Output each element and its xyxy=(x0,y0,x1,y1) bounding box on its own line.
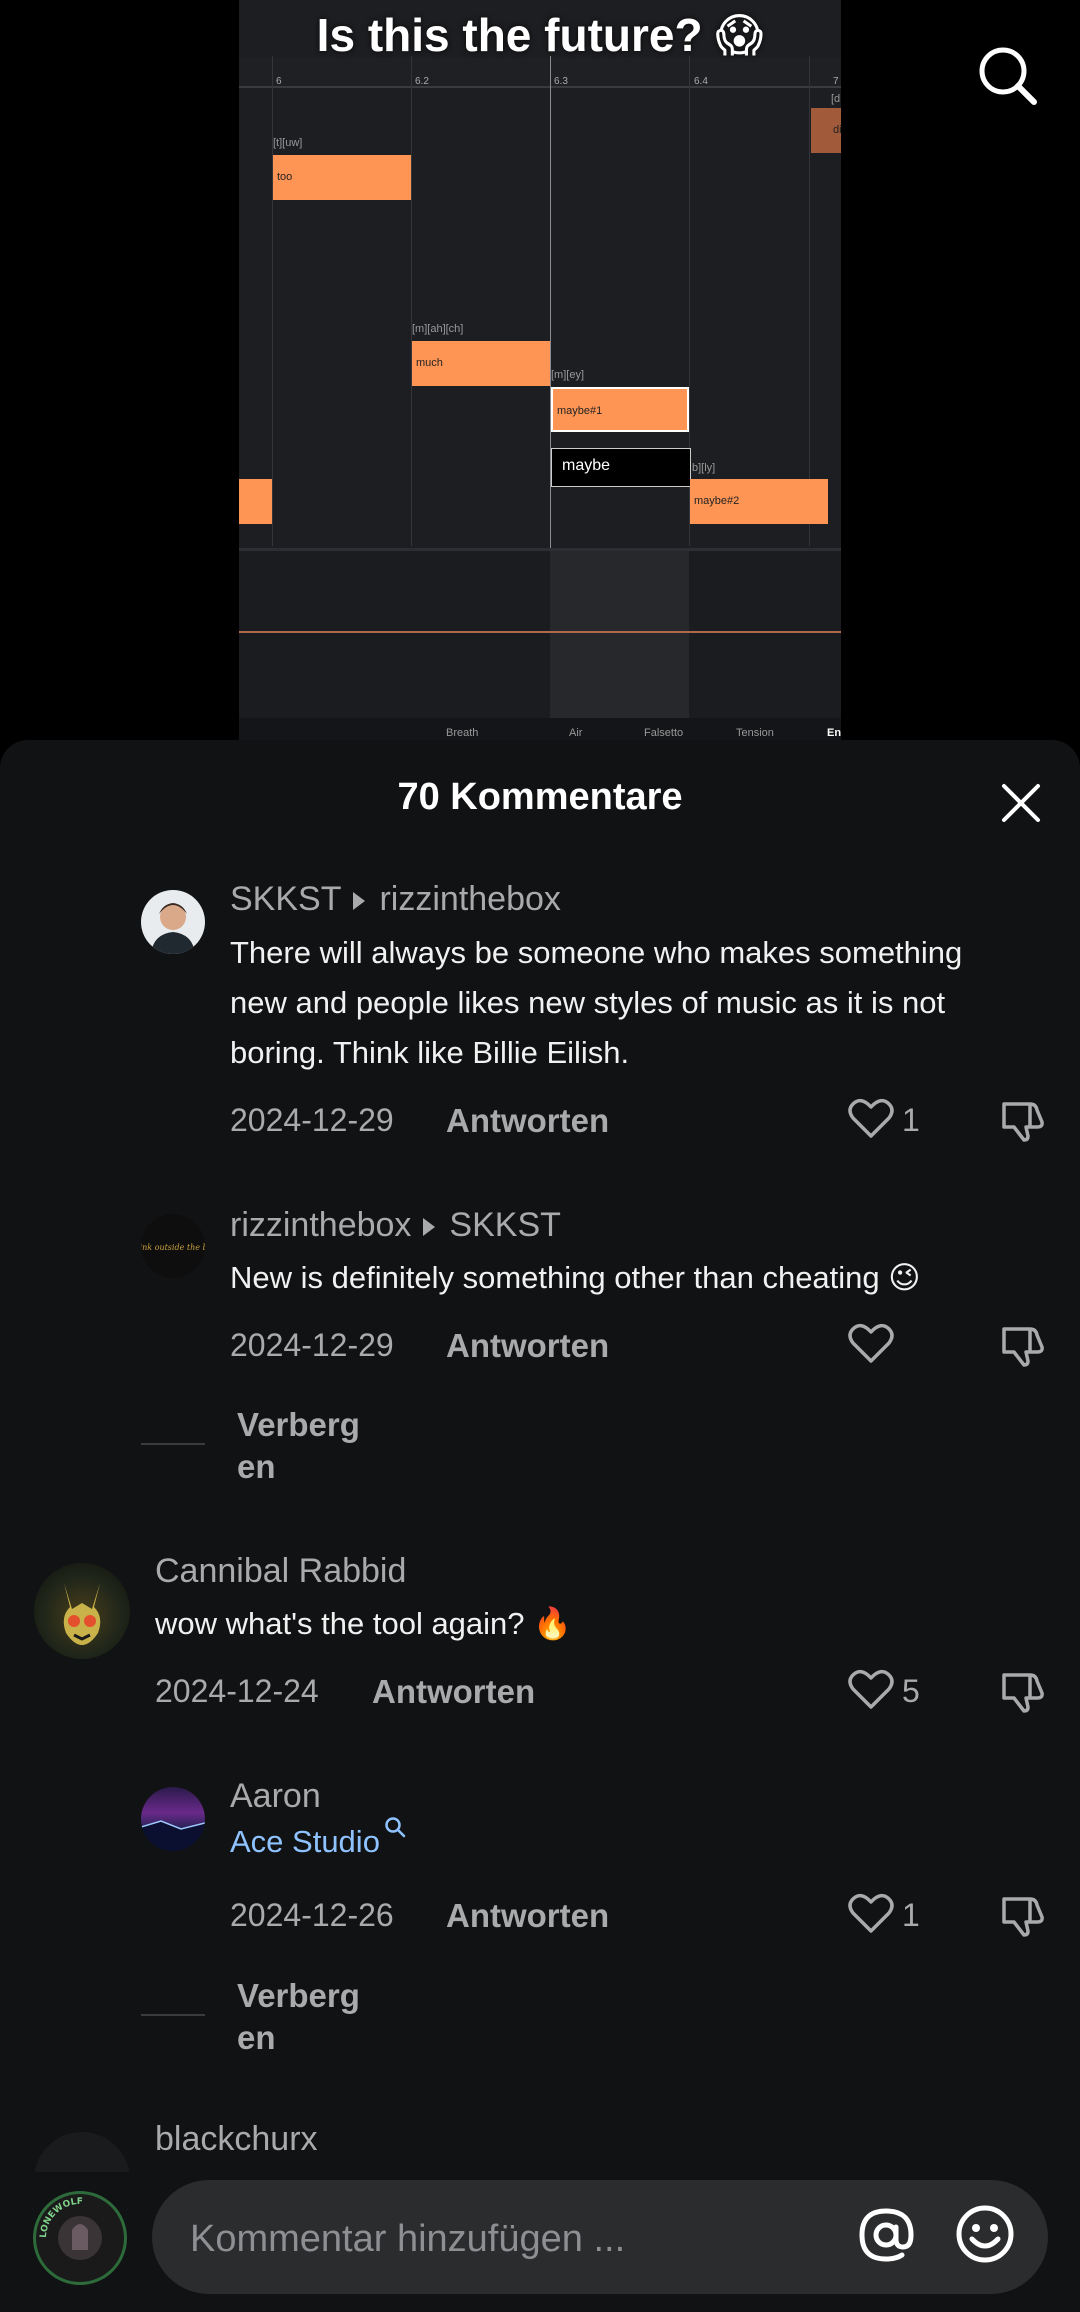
tab-falsetto[interactable]: Falsetto xyxy=(644,727,683,739)
comment-date: 2024-12-26 xyxy=(230,1897,394,1933)
comment-text: New is definitely something other than c… xyxy=(230,1260,921,1295)
ruler-tick: 6.3 xyxy=(554,76,568,87)
tab-energy[interactable]: En xyxy=(827,727,841,739)
reply-button[interactable]: Antworten xyxy=(446,1102,609,1140)
search-button[interactable] xyxy=(976,44,1040,108)
avatar[interactable]: Think outside the box xyxy=(141,1214,205,1278)
search-icon[interactable] xyxy=(384,1816,406,1838)
hide-replies-label-part: Verberg xyxy=(237,1406,360,1443)
comment-date: 2024-12-29 xyxy=(230,1102,394,1138)
reply-button[interactable]: Antworten xyxy=(446,1327,609,1365)
parameter-lane[interactable] xyxy=(239,548,841,721)
note-block-partial[interactable]: di xyxy=(811,108,841,153)
heart-icon[interactable] xyxy=(848,1321,894,1365)
comment-author[interactable]: Cannibal Rabbid xyxy=(155,1552,406,1591)
reply-to-user[interactable]: SKKST xyxy=(449,1206,560,1244)
hide-replies-label-part: Verberg xyxy=(237,1977,360,2014)
reply-arrow-icon xyxy=(353,892,366,911)
phoneme-label: [m][ey] xyxy=(551,369,585,381)
my-avatar[interactable]: LONEWOLF xyxy=(33,2191,127,2285)
phoneme-label: [t][uw] xyxy=(273,137,303,149)
like-count: 1 xyxy=(902,1897,920,1933)
note-block[interactable]: maybe#2 xyxy=(690,479,828,524)
ruler-tick: 6.2 xyxy=(415,76,429,87)
comment-author[interactable]: blackchurx xyxy=(155,2120,318,2159)
reply-arrow-icon xyxy=(423,1218,436,1237)
reply-button[interactable]: Antworten xyxy=(372,1673,535,1711)
search-link[interactable]: Ace Studio xyxy=(230,1824,380,1859)
thread-line xyxy=(141,1443,205,1445)
timeline-ruler xyxy=(239,58,841,88)
video-title: Is this the future? 😱 xyxy=(316,9,764,61)
lyric-edit-box[interactable]: maybe xyxy=(551,448,691,487)
note-block[interactable]: too xyxy=(273,155,411,200)
comment-author-line: SKKST rizzinthebox xyxy=(230,880,561,919)
video-frame[interactable]: 6 6.2 6.3 6.4 7 [t][uw] too [m][ah][ch] … xyxy=(239,0,841,745)
ruler-tick: 7 xyxy=(833,76,839,87)
thumbs-down-icon[interactable] xyxy=(1000,1891,1046,1937)
parameter-curve xyxy=(239,631,841,633)
close-icon xyxy=(1002,784,1040,822)
comment-author-line: rizzinthebox SKKST xyxy=(230,1206,561,1245)
comment-text: There will always be someone who makes s… xyxy=(230,935,963,1070)
comment-text: Ace Studio xyxy=(230,1817,406,1860)
thumbs-down-icon[interactable] xyxy=(1000,1321,1046,1367)
reply-button[interactable]: Antworten xyxy=(446,1897,609,1935)
avatar[interactable] xyxy=(141,890,205,954)
avatar[interactable] xyxy=(141,1787,205,1851)
ruler-tick: 6 xyxy=(276,76,282,87)
tab-breath[interactable]: Breath xyxy=(446,727,478,739)
grid-line xyxy=(809,56,810,546)
hide-replies-button[interactable]: Verberg en xyxy=(237,1975,377,2059)
comment-author[interactable]: SKKST xyxy=(230,880,341,918)
ruler-tick: 6.4 xyxy=(694,76,708,87)
heart-icon[interactable] xyxy=(848,1096,894,1140)
tab-air[interactable]: Air xyxy=(569,727,582,739)
reply-to-user[interactable]: rizzinthebox xyxy=(379,880,560,918)
like-count: 1 xyxy=(902,1102,920,1138)
comment-text: wow what's the tool again? 🔥 xyxy=(155,1606,572,1641)
hide-replies-button[interactable]: Verberg en xyxy=(237,1404,377,1488)
at-icon[interactable] xyxy=(856,2205,916,2265)
thumbs-down-icon[interactable] xyxy=(1000,1096,1046,1142)
selected-range xyxy=(550,551,689,721)
comment-input[interactable] xyxy=(188,2210,832,2268)
note-block[interactable]: much xyxy=(412,341,550,386)
hide-replies-label-part: en xyxy=(237,2019,276,2056)
close-button[interactable] xyxy=(1000,782,1042,824)
grid-line xyxy=(411,56,412,546)
heart-icon[interactable] xyxy=(848,1667,894,1711)
note-block-partial[interactable] xyxy=(239,479,272,524)
grid-line xyxy=(272,56,273,546)
note-block-selected[interactable]: maybe#1 xyxy=(551,387,689,432)
phoneme-label: b][ly] xyxy=(692,462,716,474)
comment-date: 2024-12-29 xyxy=(230,1327,394,1363)
comments-count-title: 70 Kommentare xyxy=(397,776,683,818)
comment-author[interactable]: rizzinthebox xyxy=(230,1206,411,1244)
hide-replies-label-part: en xyxy=(237,1448,276,1485)
thread-line xyxy=(141,2014,205,2016)
avatar[interactable] xyxy=(34,1563,130,1659)
tab-tension[interactable]: Tension xyxy=(736,727,774,739)
like-count: 5 xyxy=(902,1673,920,1709)
comment-author[interactable]: Aaron xyxy=(230,1777,321,1816)
emoji-icon[interactable] xyxy=(954,2203,1016,2265)
heart-icon[interactable] xyxy=(848,1891,894,1935)
phoneme-label: [d xyxy=(831,93,841,105)
comments-sheet: 70 Kommentare SKKST rizzinthebox There wi… xyxy=(0,740,1080,2312)
comment-date: 2024-12-24 xyxy=(155,1673,319,1709)
phoneme-label: [m][ah][ch] xyxy=(412,323,464,335)
search-icon xyxy=(979,47,1037,105)
avatar-text: Think outside the box xyxy=(141,1243,205,1252)
thumbs-down-icon[interactable] xyxy=(1000,1667,1046,1713)
